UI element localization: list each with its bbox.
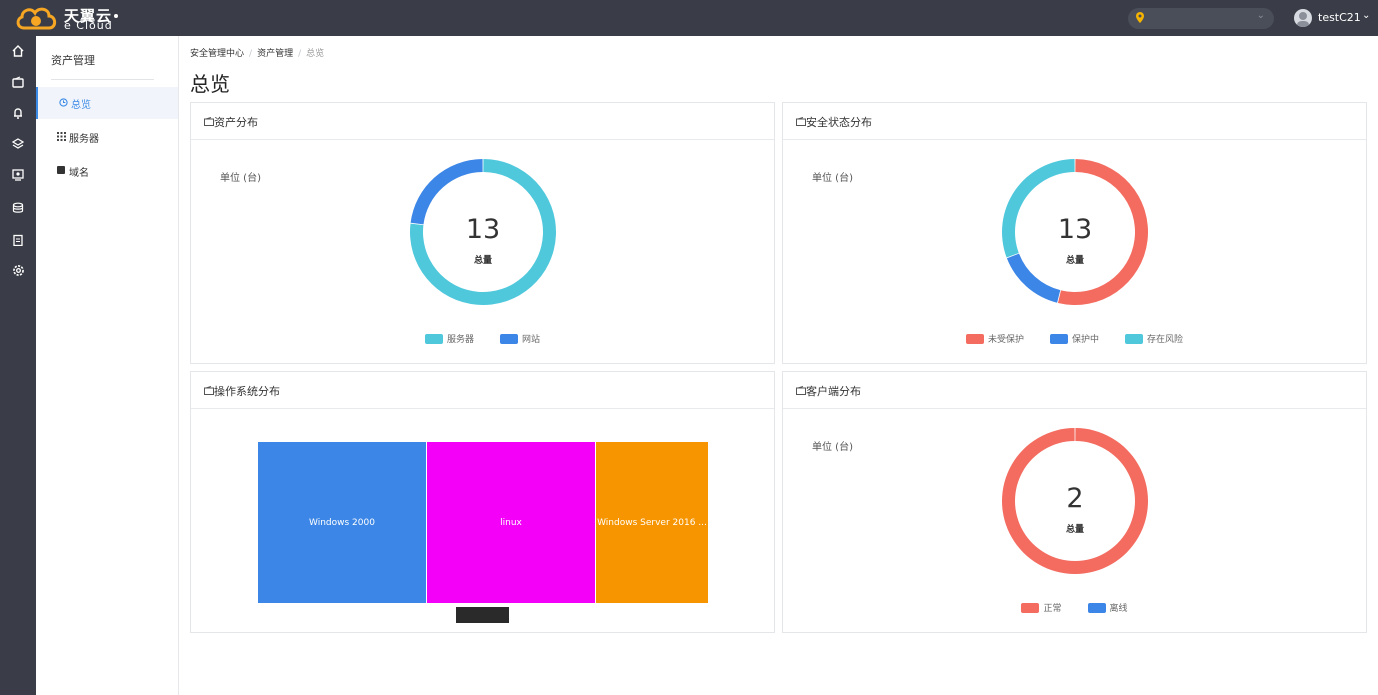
chevron-down-icon: ⌄: [1256, 10, 1265, 21]
donut-total-value: 13: [1057, 214, 1093, 245]
legend-item-normal[interactable]: 正常: [1021, 601, 1062, 614]
sub-sidebar: 资产管理 总览 服务器 域名: [36, 36, 179, 695]
wallet-icon: [204, 117, 214, 126]
legend-swatch: [1049, 333, 1068, 344]
legend-swatch: [1125, 333, 1143, 344]
legend-swatch: [1087, 602, 1106, 613]
os-distribution-card: 操作系统分布 Windows 2000 linux Windows Server 2…: [190, 371, 775, 633]
legend-item-at-risk[interactable]: 存在风险: [1125, 332, 1183, 345]
sidebar-item-label: 总览: [71, 100, 91, 111]
legend-label: 服务器: [446, 335, 474, 345]
icon-rail: [0, 36, 36, 695]
sidebar-divider: [51, 79, 154, 80]
client-distribution-card: 客户端分布 单位 (台) 2 总量 正常 离线: [782, 371, 1367, 633]
treemap-cell[interactable]: Windows Server 2016 ...: [596, 442, 708, 603]
chart-legend: 服务器 网站: [191, 332, 774, 345]
unit-label: 单位 (台): [812, 173, 853, 184]
legend-label: 离线: [1109, 604, 1128, 614]
breadcrumb-current: 总览: [306, 49, 325, 59]
legend-label: 保护中: [1071, 335, 1099, 345]
breadcrumb-separator: /: [298, 49, 302, 59]
grid-icon: [56, 131, 66, 141]
top-bar: 天翼云 e Cloud ⌄ testC21 ⌄: [0, 0, 1378, 36]
card-header: 客户端分布: [783, 372, 1366, 409]
card-title: 安全状态分布: [806, 116, 872, 129]
legend-swatch: [424, 333, 443, 344]
card-header: 安全状态分布: [783, 103, 1366, 140]
legend-item-unprotected[interactable]: 未受保护: [965, 332, 1024, 345]
breadcrumb-separator: /: [249, 49, 253, 59]
treemap-label: Windows Server 2016 ...: [597, 517, 707, 528]
breadcrumb-item[interactable]: 资产管理: [257, 49, 293, 59]
card-header: 操作系统分布: [191, 372, 774, 409]
treemap-cell[interactable]: linux: [427, 442, 595, 603]
clipboard-icon[interactable]: [9, 231, 27, 249]
treemap-breadcrumb-bar[interactable]: [456, 607, 509, 623]
legend-label: 未受保护: [987, 335, 1024, 345]
card-title: 资产分布: [214, 116, 258, 129]
donut-total-label: 总量: [1065, 525, 1084, 535]
legend-label: 存在风险: [1147, 335, 1184, 345]
sidebar-title: 资产管理: [51, 54, 95, 67]
cloud-logo-icon: [16, 7, 57, 30]
treemap-label: linux: [500, 517, 522, 528]
layers-icon[interactable]: [9, 135, 27, 153]
cube-icon: [56, 165, 66, 175]
card-title: 客户端分布: [806, 385, 861, 398]
legend-label: 网站: [522, 335, 541, 345]
legend-item-website[interactable]: 网站: [500, 332, 540, 345]
user-name: testC21: [1318, 11, 1361, 24]
donut-total-value: 2: [1066, 483, 1084, 514]
chart-legend: 正常 离线: [783, 601, 1366, 614]
home-icon[interactable]: [9, 42, 27, 60]
os-treemap-chart: Windows 2000 linux Windows Server 2016 ...: [258, 442, 708, 603]
location-pin-icon: [1136, 12, 1144, 23]
logo[interactable]: 天翼云 e Cloud: [14, 3, 124, 33]
legend-swatch: [965, 333, 984, 344]
legend-label: 正常: [1043, 604, 1062, 614]
database-icon[interactable]: [9, 199, 27, 217]
asset-distribution-card: 资产分布 单位 (台) 13 总量 服务器 网站: [190, 102, 775, 364]
page-title: 总览: [190, 72, 230, 96]
breadcrumb-item[interactable]: 安全管理中心: [190, 49, 244, 59]
sidebar-item-domains[interactable]: 域名: [36, 155, 178, 187]
region-select[interactable]: ⌄: [1128, 8, 1274, 29]
logo-subtitle: e Cloud: [64, 19, 113, 32]
breadcrumb: 安全管理中心 / 资产管理 / 总览: [190, 46, 324, 59]
legend-item-protecting[interactable]: 保护中: [1049, 332, 1099, 345]
treemap-cell[interactable]: Windows 2000: [258, 442, 426, 603]
donut-total-label: 总量: [1065, 256, 1084, 266]
sidebar-item-label: 服务器: [69, 134, 99, 145]
treemap-label: Windows 2000: [309, 517, 375, 528]
wallet-icon: [204, 386, 214, 395]
donut-total-value: 13: [465, 214, 501, 245]
wallet-icon: [796, 386, 806, 395]
sidebar-item-overview[interactable]: 总览: [36, 87, 178, 119]
legend-item-server[interactable]: 服务器: [424, 332, 474, 345]
card-title: 操作系统分布: [214, 385, 280, 398]
user-avatar-icon: [1297, 12, 1309, 27]
wallet-icon: [796, 117, 806, 126]
user-chevron-down-icon: ⌄: [1362, 10, 1371, 21]
monitor-icon[interactable]: [9, 166, 27, 184]
card-header: 资产分布: [191, 103, 774, 140]
chart-legend: 未受保护 保护中 存在风险: [783, 332, 1366, 345]
wallet-icon[interactable]: [9, 73, 27, 91]
donut-total-label: 总量: [473, 256, 492, 266]
logo-dot: [114, 14, 118, 18]
sidebar-item-servers[interactable]: 服务器: [36, 121, 178, 153]
unit-label: 单位 (台): [220, 173, 261, 184]
security-status-card: 安全状态分布 单位 (台) 13 总量 未受保护 保护中 存在风险: [782, 102, 1367, 364]
legend-swatch: [1021, 602, 1040, 613]
clock-icon: [58, 97, 68, 107]
legend-swatch: [500, 333, 518, 344]
avatar: [1294, 9, 1312, 27]
unit-label: 单位 (台): [812, 442, 853, 453]
bell-icon[interactable]: [9, 104, 27, 122]
sidebar-item-label: 域名: [69, 168, 89, 179]
legend-item-offline[interactable]: 离线: [1087, 601, 1128, 614]
settings-icon[interactable]: [9, 261, 27, 279]
